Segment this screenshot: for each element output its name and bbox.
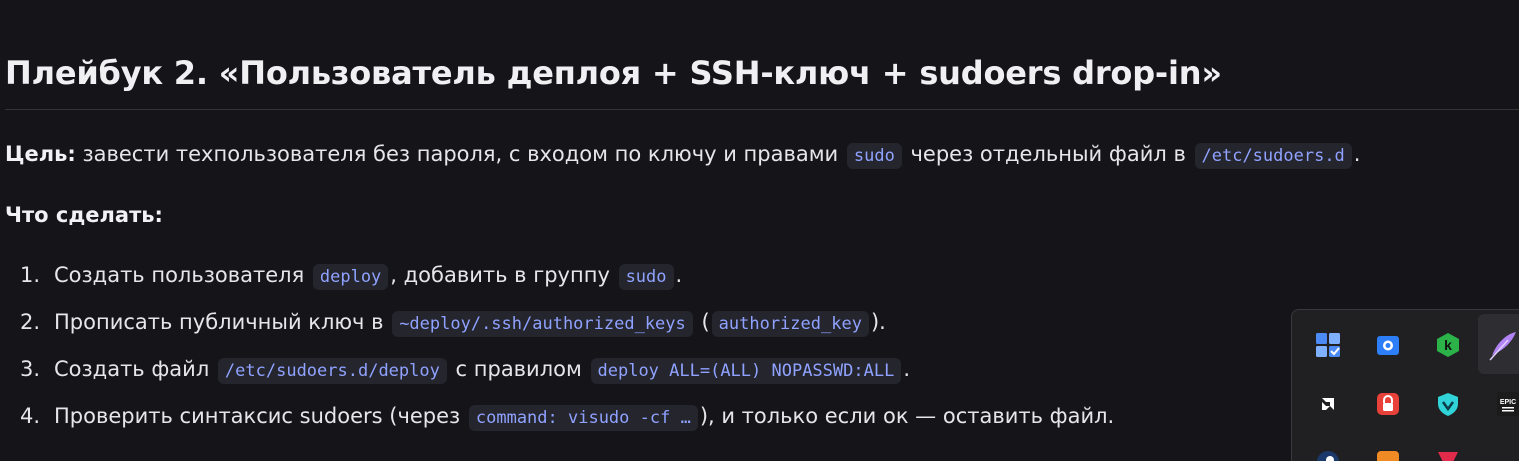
list-text: Проверить синтаксис sudoers (через xyxy=(54,404,467,428)
steam-icon[interactable] xyxy=(1314,448,1342,461)
epic-games-icon[interactable]: EPIC xyxy=(1494,390,1519,418)
list-text: Создать файл xyxy=(54,357,216,381)
list-item: 1. Создать пользователя deploy, добавить … xyxy=(20,263,683,290)
orange-app-icon[interactable] xyxy=(1374,448,1402,461)
list-number: 3. xyxy=(20,357,41,381)
lock-app-icon[interactable] xyxy=(1374,390,1402,418)
list-text: ). xyxy=(870,310,886,334)
camera-app-icon[interactable] xyxy=(1374,331,1402,359)
list-text: Создать пользователя xyxy=(54,263,311,287)
list-text: с правилом xyxy=(448,357,589,381)
goal-text-3: . xyxy=(1353,142,1361,166)
red-app-icon[interactable] xyxy=(1434,448,1462,461)
inline-code: ~deploy/.ssh/authorized_keys xyxy=(392,311,693,337)
list-number: 2. xyxy=(20,310,41,334)
list-text: Прописать публичный ключ в xyxy=(54,310,391,334)
inline-code: authorized_key xyxy=(711,311,869,337)
list-text: ( xyxy=(694,310,710,334)
inline-code: sudo xyxy=(618,264,674,290)
list-text: . xyxy=(903,357,910,381)
inline-code-sudo: sudo xyxy=(846,143,902,169)
list-item: 2. Прописать публичный ключ в ~deploy/.ss… xyxy=(20,310,886,337)
list-item: 3. Создать файл /etc/sudoers.d/deploy с п… xyxy=(20,357,910,384)
inline-code: command: visudo -cf … xyxy=(468,405,698,431)
tray-overflow-popup: k EPIC xyxy=(1291,309,1519,461)
task-manager-icon[interactable] xyxy=(1314,331,1342,359)
feather-app-icon[interactable] xyxy=(1478,314,1519,374)
shield-vpn-icon[interactable] xyxy=(1434,390,1462,418)
list-text: , добавить в группу xyxy=(390,263,617,287)
k-app-icon[interactable]: k xyxy=(1434,331,1462,359)
list-item: 4. Проверить синтаксис sudoers (через com… xyxy=(20,404,1115,431)
goal-text-1: завести техпользователя без пароля, с вх… xyxy=(75,142,845,166)
list-number: 4. xyxy=(20,404,41,428)
heading-divider xyxy=(5,109,1519,110)
inline-code: /etc/sudoers.d/deploy xyxy=(217,358,447,384)
inline-code: deploy ALL=(ALL) NOPASSWD:ALL xyxy=(590,358,902,384)
markdown-document: Плейбук 2. «Пользователь деплоя + SSH-кл… xyxy=(0,0,1519,461)
page-title: Плейбук 2. «Пользователь деплоя + SSH-кл… xyxy=(5,54,1222,92)
svg-text:k: k xyxy=(1444,337,1452,353)
todo-label: Что сделать: xyxy=(5,203,163,227)
list-text: . xyxy=(675,263,683,287)
list-number: 1. xyxy=(20,263,41,287)
inline-code-sudoers-dir: /etc/sudoers.d xyxy=(1194,143,1352,169)
goal-paragraph: Цель: завести техпользователя без пароля… xyxy=(5,142,1361,169)
amd-icon[interactable] xyxy=(1314,390,1342,418)
todo-heading: Что сделать: xyxy=(5,203,163,227)
goal-label: Цель: xyxy=(5,142,76,166)
inline-code: deploy xyxy=(312,264,389,290)
goal-text-2: через отдельный файл в xyxy=(903,142,1193,166)
epic-logo-text: EPIC xyxy=(1500,399,1516,406)
list-text: ), и только если ок — оставить файл. xyxy=(699,404,1115,428)
